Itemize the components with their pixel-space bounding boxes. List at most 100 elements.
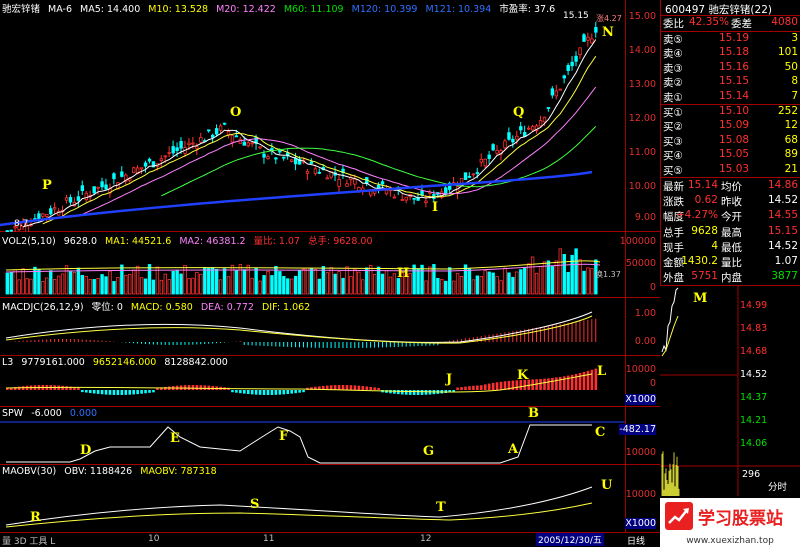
- spw-tick: 10000: [625, 447, 656, 458]
- l3-bar: [476, 385, 479, 390]
- l3-bar: [412, 390, 416, 395]
- l3-bar: [191, 385, 195, 390]
- volume-bar: [5, 272, 9, 295]
- volume-panel[interactable]: VOL2(5,10) 9628.0 MA1: 44521.6 MA2: 4638…: [0, 232, 625, 298]
- nav-text: 量 3D 工具 L: [2, 537, 56, 547]
- l3-bar: [499, 381, 503, 390]
- candle-body: [550, 88, 555, 96]
- candle-body: [274, 157, 278, 160]
- candle-body: [167, 151, 171, 154]
- candle-body: [222, 122, 227, 125]
- l3-bar: [128, 390, 132, 395]
- candle-body: [491, 144, 495, 151]
- l3-bar: [420, 390, 424, 395]
- l3-bar: [148, 390, 151, 393]
- volume-bar: [590, 268, 594, 295]
- candle-body: [309, 161, 314, 164]
- candle-body: [582, 34, 586, 42]
- candle-body: [542, 116, 547, 123]
- sell-level-row: 卖⑤ 15.19 3: [661, 32, 800, 46]
- intra-tick: 14.83: [740, 323, 768, 334]
- low-price-label: 8.7: [14, 219, 29, 229]
- buy-level-label: 买③: [663, 135, 683, 148]
- candle-body: [586, 36, 590, 41]
- volume-bar: [523, 267, 527, 295]
- volume-bar: [124, 274, 128, 295]
- maobv-chart: [5, 486, 593, 528]
- candle-body: [96, 186, 100, 189]
- l3-bar: [203, 385, 207, 390]
- volume-bar: [187, 278, 191, 295]
- l3-bar: [231, 390, 234, 393]
- stat-label: 量比: [721, 257, 742, 269]
- volume-bar: [60, 273, 65, 295]
- volume-bar: [353, 268, 357, 295]
- intra-time-label: 分时: [768, 482, 788, 493]
- spw-line: [6, 424, 592, 464]
- l3-panel[interactable]: L3 9779161.000 9652146.000 8128842.000 J…: [0, 356, 625, 407]
- l3-bar: [88, 390, 92, 394]
- intra-price-line: [661, 287, 679, 353]
- volume-bar: [92, 279, 96, 295]
- l3-bar: [404, 390, 408, 395]
- volume-bar: [21, 268, 25, 295]
- stat-label: 涨跌: [663, 196, 684, 209]
- sell-level-label: 卖⑤: [663, 34, 683, 46]
- candle-body: [139, 167, 144, 170]
- candle-body: [317, 171, 322, 174]
- candle-body: [230, 135, 235, 143]
- stat-value: 4: [711, 239, 718, 252]
- stat-value: +4.27%: [675, 209, 718, 222]
- candle-body: [278, 150, 282, 153]
- candle-body: [483, 158, 487, 167]
- volume-bar: [562, 254, 566, 295]
- volume-bar: [116, 277, 120, 295]
- candle-body: [84, 192, 88, 201]
- volume-bar: [361, 279, 365, 295]
- volume-bar: [270, 275, 274, 295]
- l3-bar: [408, 390, 412, 395]
- l3-bar: [551, 377, 554, 390]
- marker-c: C: [595, 425, 606, 440]
- macd-panel[interactable]: MACDJC(26,12,9) 零位: 0 MACD: 0.580 DEA: 0…: [0, 298, 625, 356]
- l3-bar: [144, 390, 147, 394]
- l3-bar: [424, 390, 428, 395]
- candle-body: [143, 162, 148, 167]
- stat-value: 15.14: [687, 179, 718, 191]
- stat-row: 涨跌 0.62 昨收 14.52: [661, 194, 800, 208]
- spw-panel[interactable]: SPW -6.000 0.000 D E F G A B C: [0, 406, 625, 465]
- macd-axis: 1.00 0.00: [625, 298, 660, 356]
- kline-panel[interactable]: 驰宏锌锗 MA-6 MA5: 14.400 M10: 13.528 M20: 1…: [0, 0, 625, 232]
- l3-bar: [480, 385, 483, 390]
- l3-bar: [294, 390, 297, 394]
- volume-bar: [293, 275, 298, 295]
- l3-bar: [254, 390, 258, 395]
- maobv-panel[interactable]: MAOBV(30) OBV: 1188426 MAOBV: 787318 R S…: [0, 465, 625, 533]
- volume-bar: [459, 275, 464, 295]
- sell-level-row: 卖④ 15.18 101: [661, 46, 800, 60]
- candle-body: [558, 88, 562, 91]
- volume-bar: [37, 269, 41, 295]
- candle-body: [420, 190, 424, 196]
- candle-body: [210, 134, 215, 138]
- l3-bar: [349, 385, 353, 390]
- weicha-label: 委差: [731, 18, 752, 30]
- period-mode[interactable]: 日线: [627, 534, 645, 547]
- buy-level-volume: 252: [777, 105, 798, 117]
- candle-body: [131, 167, 136, 174]
- sell-level-volume: 50: [784, 60, 798, 73]
- kline-tick: 9.00: [634, 212, 656, 223]
- l3-bar: [17, 386, 21, 390]
- intra-vol-tick: 296: [742, 469, 761, 480]
- volume-bar: [56, 275, 61, 295]
- kline-tick: 10.00: [628, 181, 656, 192]
- sell-level-label: 卖③: [663, 62, 683, 75]
- volume-bar: [305, 267, 310, 295]
- l3-bar: [361, 386, 365, 390]
- stat-value: 14.52: [767, 194, 798, 207]
- volume-bar: [171, 270, 175, 295]
- marker-r: R: [30, 510, 41, 525]
- l3-bar: [92, 390, 96, 394]
- candle-body: [49, 208, 53, 215]
- l3-axis: 10000 0 X1000: [625, 356, 660, 407]
